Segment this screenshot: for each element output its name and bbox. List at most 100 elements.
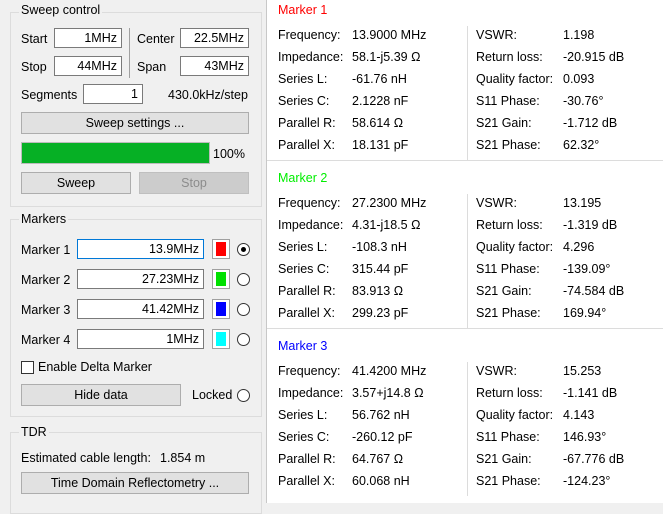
column-divider bbox=[467, 362, 468, 496]
marker-3-left-value: 41.4200 MHz bbox=[352, 364, 427, 378]
column-divider bbox=[467, 26, 468, 160]
marker-1-color-swatch bbox=[216, 242, 226, 256]
marker-4-select-radio[interactable] bbox=[237, 333, 250, 346]
marker-1-right-value: -30.76° bbox=[563, 94, 604, 108]
marker-4-label: Marker 4 bbox=[21, 333, 71, 347]
marker-3-right-value: -67.776 dB bbox=[563, 452, 625, 466]
marker-3-right-value: 4.143 bbox=[563, 408, 595, 422]
enable-delta-marker-checkbox[interactable] bbox=[21, 361, 34, 374]
center-field[interactable]: 22.5MHz bbox=[180, 28, 249, 48]
stop-label: Stop bbox=[21, 60, 47, 74]
marker-1-left-value: 58.1-j5.39 Ω bbox=[352, 50, 421, 64]
tdr-button[interactable]: Time Domain Reflectometry ... bbox=[21, 472, 249, 494]
marker-3-color-button[interactable] bbox=[212, 299, 230, 319]
hide-data-button[interactable]: Hide data bbox=[21, 384, 181, 406]
marker-3-left-label: Impedance: bbox=[278, 386, 344, 400]
marker-3-right-label: Quality factor: bbox=[476, 408, 554, 422]
marker-3-color-swatch bbox=[216, 302, 226, 316]
marker-data-panel: Marker 1 Frequency: 13.9000 MHz VSWR: 1.198 I… bbox=[266, 0, 663, 503]
marker-1-right-value: 1.198 bbox=[563, 28, 595, 42]
marker-2-label: Marker 2 bbox=[21, 273, 71, 287]
marker-2-right-value: -139.09° bbox=[563, 262, 611, 276]
marker-1-data-title: Marker 1 bbox=[278, 3, 328, 17]
marker-1-right-value: 62.32° bbox=[563, 138, 600, 152]
marker-1-left-label: Impedance: bbox=[278, 50, 344, 64]
marker-3-left-label: Parallel R: bbox=[278, 452, 336, 466]
marker-2-frequency-field[interactable]: 27.23MHz bbox=[77, 269, 204, 289]
sweep-progress-bar bbox=[21, 142, 210, 164]
marker-3-right-label: S21 Phase: bbox=[476, 474, 541, 488]
marker-1-right-label: VSWR: bbox=[476, 28, 517, 42]
marker-3-right-value: -1.141 dB bbox=[563, 386, 618, 400]
marker-3-left-label: Series L: bbox=[278, 408, 328, 422]
marker-2-data-title: Marker 2 bbox=[278, 171, 328, 185]
marker-2-left-value: 27.2300 MHz bbox=[352, 196, 427, 210]
marker-2-right-value: -74.584 dB bbox=[563, 284, 625, 298]
marker-1-color-button[interactable] bbox=[212, 239, 230, 259]
center-label: Center bbox=[137, 32, 175, 46]
marker-3-left-label: Series C: bbox=[278, 430, 330, 444]
marker-2-color-button[interactable] bbox=[212, 269, 230, 289]
marker-4-color-button[interactable] bbox=[212, 329, 230, 349]
marker-3-left-value: 60.068 nH bbox=[352, 474, 410, 488]
marker-block-separator bbox=[267, 160, 663, 161]
marker-1-right-label: Quality factor: bbox=[476, 72, 554, 86]
marker-1-left-label: Series L: bbox=[278, 72, 328, 86]
cable-length-value: 1.854 m bbox=[160, 451, 206, 465]
marker-2-right-value: 169.94° bbox=[563, 306, 607, 320]
marker-3-frequency-field[interactable]: 41.42MHz bbox=[77, 299, 204, 319]
marker-3-right-label: Return loss: bbox=[476, 386, 543, 400]
marker-3-data-title: Marker 3 bbox=[278, 339, 328, 353]
marker-3-left-value: 3.57+j14.8 Ω bbox=[352, 386, 424, 400]
sweep-divider bbox=[129, 28, 130, 78]
marker-1-right-label: S21 Phase: bbox=[476, 138, 541, 152]
marker-1-left-label: Frequency: bbox=[278, 28, 341, 42]
marker-1-left-label: Parallel R: bbox=[278, 116, 336, 130]
sweep-settings-button[interactable]: Sweep settings ... bbox=[21, 112, 249, 134]
marker-3-left-label: Parallel X: bbox=[278, 474, 335, 488]
marker-3-label: Marker 3 bbox=[21, 303, 71, 317]
marker-3-right-label: S21 Gain: bbox=[476, 452, 532, 466]
marker-block-separator bbox=[267, 328, 663, 329]
marker-2-right-value: -1.319 dB bbox=[563, 218, 618, 232]
marker-3-right-value: 146.93° bbox=[563, 430, 607, 444]
marker-2-color-swatch bbox=[216, 272, 226, 286]
marker-2-left-value: 299.23 pF bbox=[352, 306, 409, 320]
marker-1-right-label: Return loss: bbox=[476, 50, 543, 64]
column-divider bbox=[467, 194, 468, 328]
marker-2-right-label: VSWR: bbox=[476, 196, 517, 210]
marker-2-select-radio[interactable] bbox=[237, 273, 250, 286]
marker-3-left-value: -260.12 pF bbox=[352, 430, 413, 444]
marker-1-right-label: S11 Phase: bbox=[476, 94, 540, 108]
marker-1-frequency-field[interactable]: 13.9MHz bbox=[77, 239, 204, 259]
enable-delta-marker-label[interactable]: Enable Delta Marker bbox=[38, 360, 152, 374]
marker-1-label: Marker 1 bbox=[21, 243, 71, 257]
marker-2-right-value: 13.195 bbox=[563, 196, 602, 210]
marker-3-select-radio[interactable] bbox=[237, 303, 250, 316]
marker-3-right-label: VSWR: bbox=[476, 364, 517, 378]
locked-label: Locked bbox=[192, 388, 233, 402]
marker-3-left-value: 64.767 Ω bbox=[352, 452, 404, 466]
sweep-button[interactable]: Sweep bbox=[21, 172, 131, 194]
marker-2-left-value: 315.44 pF bbox=[352, 262, 409, 276]
marker-2-left-label: Frequency: bbox=[278, 196, 341, 210]
segments-field[interactable]: 1 bbox=[83, 84, 143, 104]
marker-3-right-label: S11 Phase: bbox=[476, 430, 540, 444]
marker-2-right-label: S11 Phase: bbox=[476, 262, 540, 276]
marker-1-right-value: -20.915 dB bbox=[563, 50, 625, 64]
marker-4-frequency-field[interactable]: 1MHz bbox=[77, 329, 204, 349]
segments-label: Segments bbox=[21, 88, 78, 102]
marker-1-right-label: S21 Gain: bbox=[476, 116, 532, 130]
marker-2-left-value: 83.913 Ω bbox=[352, 284, 404, 298]
marker-3-right-value: -124.23° bbox=[563, 474, 611, 488]
marker-1-select-radio[interactable] bbox=[237, 243, 250, 256]
stop-button[interactable]: Stop bbox=[139, 172, 249, 194]
sweep-progress-fill bbox=[22, 143, 209, 163]
stop-field[interactable]: 44MHz bbox=[54, 56, 122, 76]
start-field[interactable]: 1MHz bbox=[54, 28, 122, 48]
locked-radio[interactable] bbox=[237, 389, 250, 402]
marker-2-right-label: S21 Phase: bbox=[476, 306, 541, 320]
marker-2-left-label: Impedance: bbox=[278, 218, 344, 232]
span-field[interactable]: 43MHz bbox=[180, 56, 249, 76]
marker-1-right-value: 0.093 bbox=[563, 72, 595, 86]
